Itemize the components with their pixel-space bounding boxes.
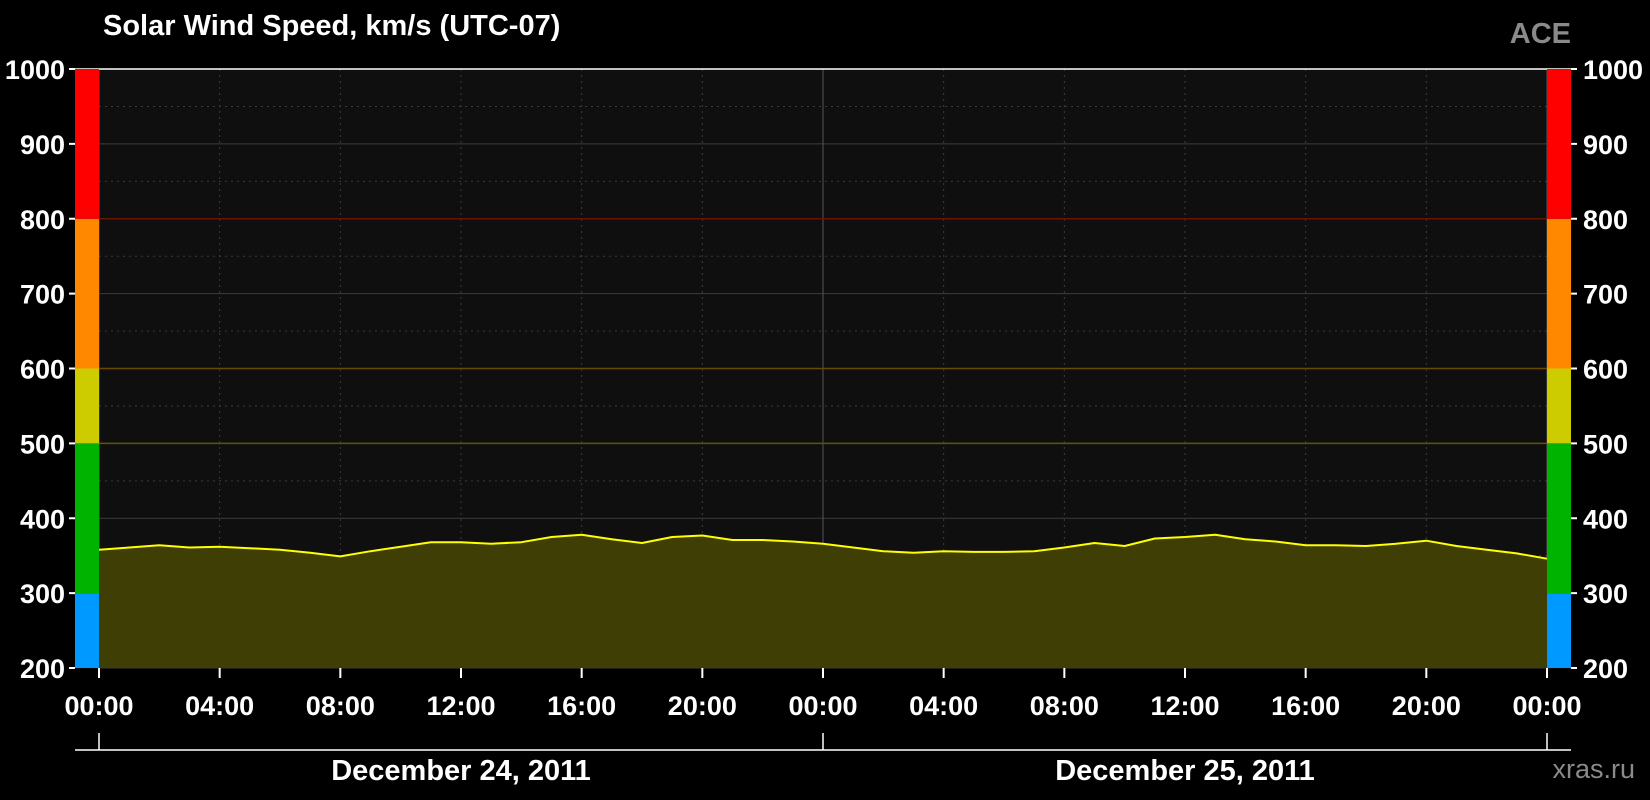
left-band <box>75 443 99 594</box>
x-tick-label: 16:00 <box>547 691 616 721</box>
x-tick-label: 12:00 <box>426 691 495 721</box>
y-tick-label-left: 200 <box>20 654 65 684</box>
y-tick-label-right: 600 <box>1583 355 1628 385</box>
x-tick-label: 04:00 <box>909 691 978 721</box>
x-tick-label: 16:00 <box>1271 691 1340 721</box>
solar-wind-chart: 200 200 300 300 400 400 500 500 600 600 700 700 800 8… <box>5 55 1643 787</box>
x-axis: 00:00 04:00 08:00 12:00 16:00 20:00 00:00 04:00… <box>64 668 1582 787</box>
right-band <box>1547 69 1571 219</box>
y-tick-label-left: 700 <box>20 280 65 310</box>
right-band <box>1547 368 1571 444</box>
y-tick-label-right: 700 <box>1583 280 1628 310</box>
date-label: December 25, 2011 <box>1055 755 1315 787</box>
x-tick-label: 20:00 <box>1392 691 1461 721</box>
left-band <box>75 593 99 668</box>
y-tick-label-right: 500 <box>1583 429 1628 459</box>
x-tick-label: 00:00 <box>64 691 133 721</box>
speed-area <box>98 533 1548 668</box>
y-tick-label-left: 1000 <box>5 55 65 85</box>
x-tick-label: 08:00 <box>306 691 375 721</box>
y-tick-label-left: 900 <box>20 130 65 160</box>
x-tick-label: 04:00 <box>185 691 254 721</box>
right-band <box>1547 443 1571 594</box>
right-band <box>1547 593 1571 668</box>
right-band <box>1547 218 1571 369</box>
y-tick-label-right: 1000 <box>1583 55 1643 85</box>
y-tick-label-left: 600 <box>20 355 65 385</box>
x-tick-label: 00:00 <box>1512 691 1581 721</box>
y-tick-label-right: 300 <box>1583 579 1628 609</box>
y-tick-label-left: 800 <box>20 205 65 235</box>
left-band <box>75 69 99 219</box>
speed-fill <box>99 534 1547 668</box>
x-tick-label: 20:00 <box>668 691 737 721</box>
left-band <box>75 218 99 369</box>
y-tick-label-left: 500 <box>20 429 65 459</box>
x-tick-label: 08:00 <box>1030 691 1099 721</box>
y-tick-label-right: 400 <box>1583 504 1628 534</box>
y-tick-label-right: 200 <box>1583 654 1628 684</box>
x-tick-label: 12:00 <box>1150 691 1219 721</box>
left-band <box>75 368 99 444</box>
date-label: December 24, 2011 <box>331 755 591 787</box>
y-tick-label-left: 300 <box>20 579 65 609</box>
y-tick-label-right: 800 <box>1583 205 1628 235</box>
x-tick-label: 00:00 <box>788 691 857 721</box>
y-tick-label-left: 400 <box>20 504 65 534</box>
y-tick-label-right: 900 <box>1583 130 1628 160</box>
